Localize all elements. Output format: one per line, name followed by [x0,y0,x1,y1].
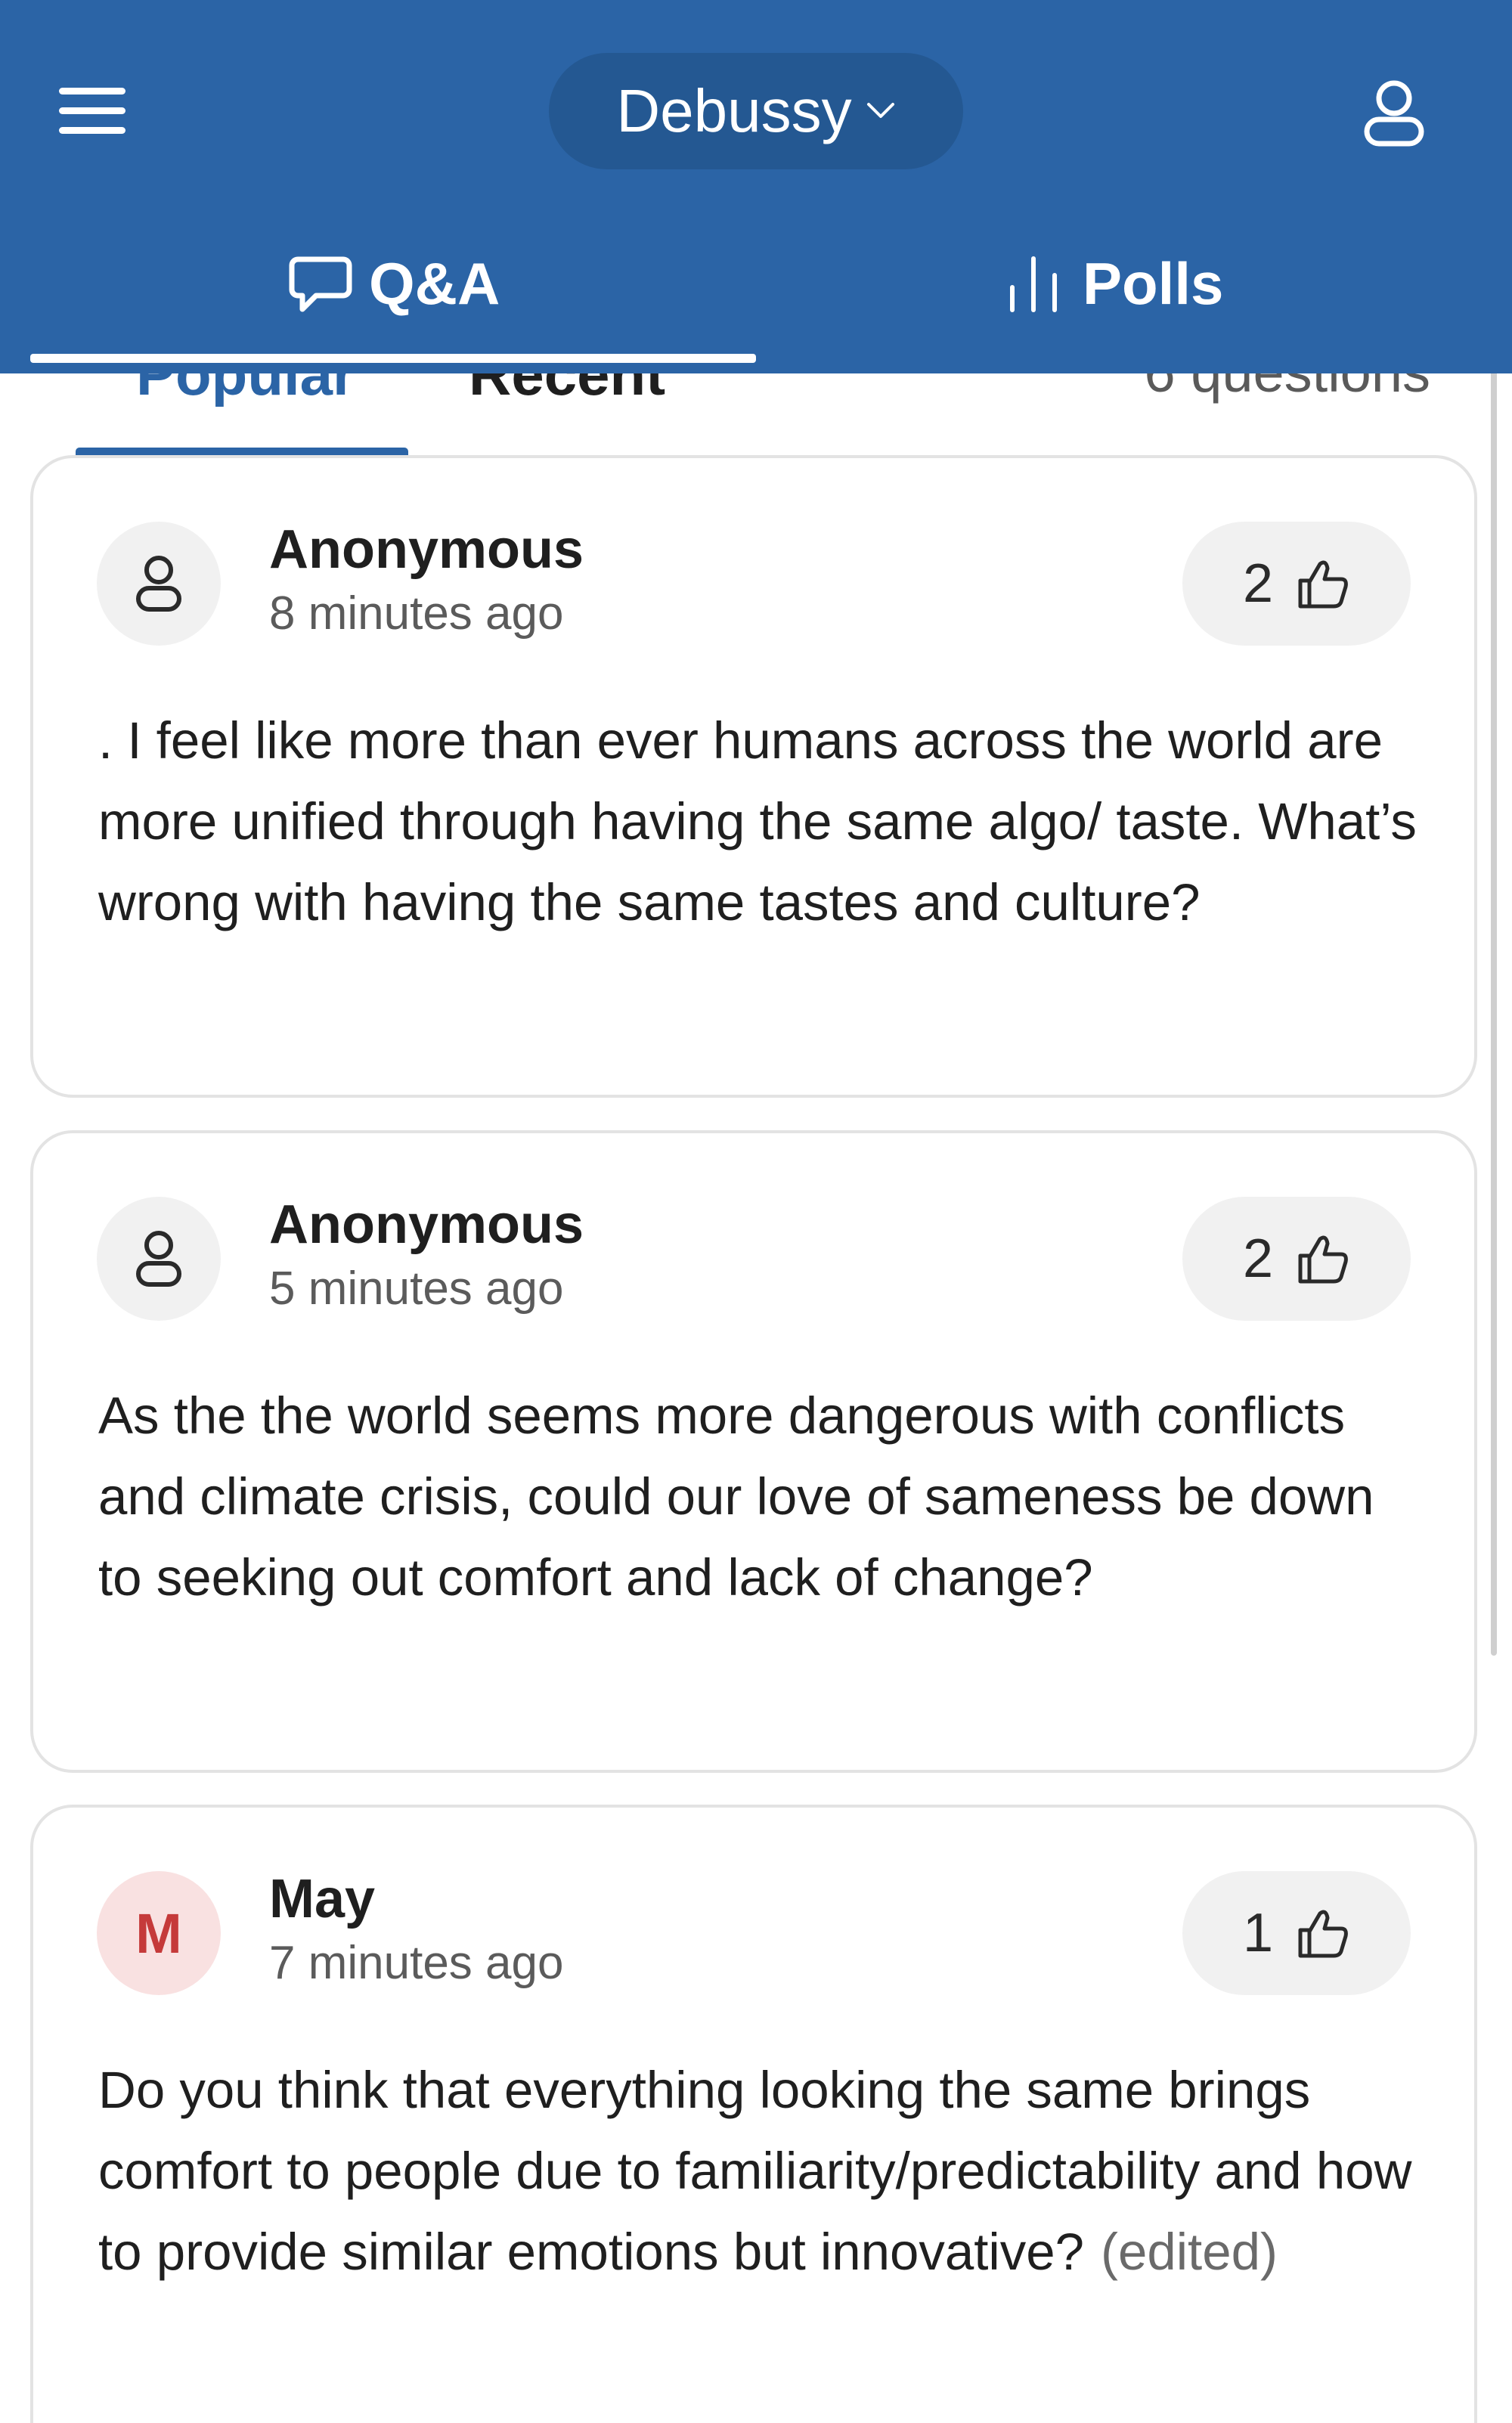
active-tab-indicator [30,354,756,363]
question-text: Do you think that everything looking the… [98,2050,1429,2292]
bar-chart-icon [1010,256,1057,312]
thumbs-up-icon [1298,1235,1348,1284]
thumbs-up-icon [1298,560,1348,609]
question-author: Anonymous [269,519,584,580]
question-text: As the the world seems more dangerous wi… [98,1387,1374,1607]
page: Popular Recent 6 questions Debussy [0,0,1512,2423]
like-count: 1 [1242,1903,1274,1963]
like-count: 2 [1242,553,1274,614]
like-button[interactable]: 2 [1182,1197,1411,1321]
like-button[interactable]: 2 [1182,522,1411,646]
avatar-initial: M [135,1901,182,1965]
app-header: Debussy Q&A Polls [0,0,1512,373]
event-name: Debussy [616,77,852,144]
chevron-down-icon [866,103,894,118]
like-count: 2 [1242,1229,1274,1289]
tab-qa[interactable]: Q&A [280,242,500,325]
scrollbar[interactable] [1491,355,1497,1656]
question-card: M May 7 minutes ago 1 Do you think that … [30,1805,1477,2423]
chat-bubble-icon [289,256,352,312]
question-card: Anonymous 8 minutes ago 2 . I feel like … [30,455,1477,1098]
user-icon [136,556,181,612]
menu-button[interactable] [56,82,129,139]
tab-qa-label: Q&A [369,249,500,317]
hamburger-icon-line [59,127,125,134]
event-selector[interactable]: Debussy [549,53,963,169]
like-button[interactable]: 1 [1182,1871,1411,1995]
user-icon [136,1231,181,1287]
avatar [97,1197,221,1321]
question-author: Anonymous [269,1194,584,1255]
hamburger-icon-line [59,107,125,114]
question-text: . I feel like more than ever humans acro… [98,711,1417,931]
thumbs-up-icon [1298,1910,1348,1958]
profile-button[interactable] [1361,79,1427,147]
question-card: Anonymous 5 minutes ago 2 As the the wor… [30,1130,1477,1773]
avatar [97,522,221,646]
tab-polls[interactable]: Polls [1005,242,1223,325]
subtab-active-indicator [76,448,408,455]
user-icon [1364,80,1424,147]
edited-label: (edited) [1101,2223,1278,2281]
question-time: 7 minutes ago [269,1937,564,1989]
question-author: May [269,1869,376,1929]
question-time: 5 minutes ago [269,1263,564,1315]
question-time: 8 minutes ago [269,587,564,640]
tab-polls-label: Polls [1083,249,1224,317]
hamburger-icon [59,88,125,95]
avatar: M [97,1871,221,1995]
